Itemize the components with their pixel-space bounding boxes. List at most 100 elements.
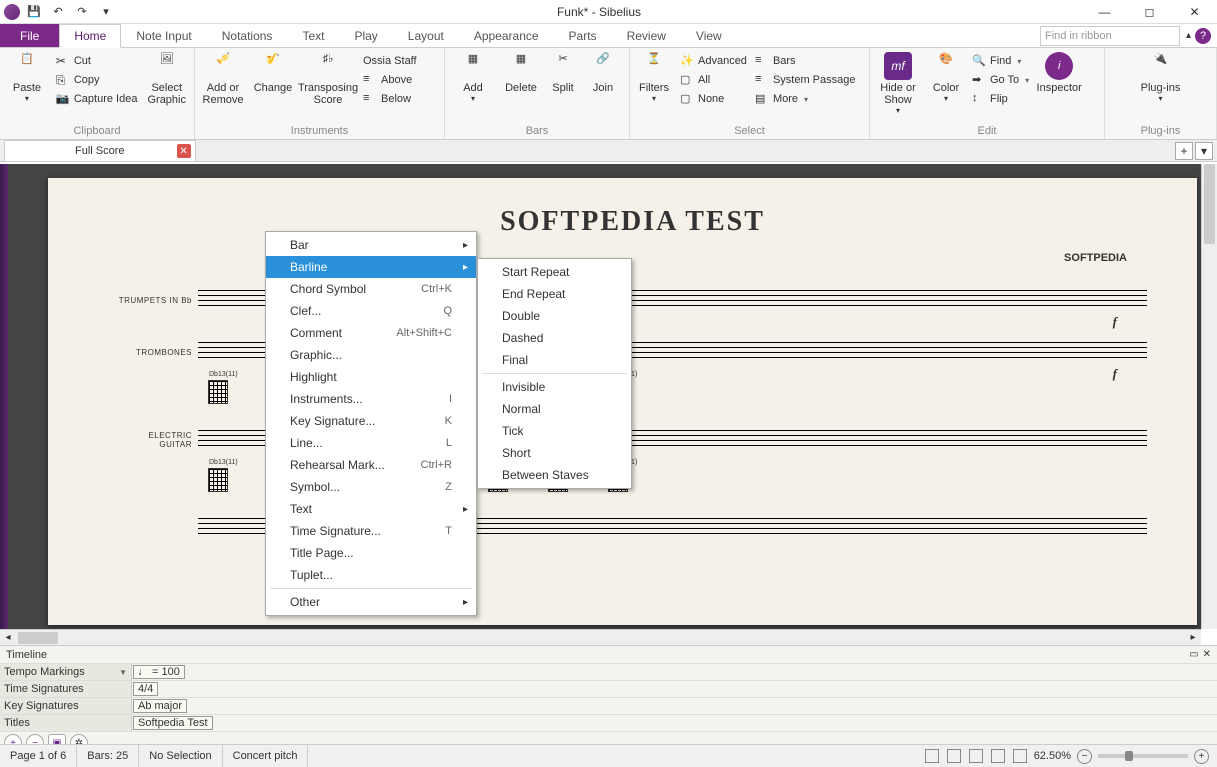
qat-save[interactable]: 💾 (24, 2, 44, 22)
split-button[interactable]: ✂Split (545, 50, 581, 96)
ossia-staff-button[interactable]: Ossia Staff (361, 52, 419, 70)
context-item[interactable]: Barline (266, 256, 476, 278)
qat-customize[interactable]: ▾ (96, 2, 116, 22)
tab-text[interactable]: Text (287, 24, 339, 47)
color-button[interactable]: 🎨Color▾ (926, 50, 966, 105)
collapse-ribbon-icon[interactable]: ▴ (1186, 30, 1191, 41)
context-item[interactable]: Graphic... (266, 344, 476, 366)
context-item[interactable]: Normal (478, 398, 631, 420)
context-item[interactable]: Chord SymbolCtrl+K (266, 278, 476, 300)
context-item[interactable]: Time Signature...T (266, 520, 476, 542)
tab-review[interactable]: Review (612, 24, 681, 47)
tabs-menu-button[interactable]: ▾ (1195, 142, 1213, 160)
select-all-button[interactable]: ▢All (678, 71, 749, 89)
context-item[interactable]: Instruments...I (266, 388, 476, 410)
tab-layout[interactable]: Layout (393, 24, 459, 47)
timeline-row[interactable]: Time Signatures4/4 (0, 681, 1217, 698)
minimize-button[interactable]: — (1082, 0, 1127, 24)
document-tab[interactable]: Full Score✕ (4, 140, 196, 161)
maximize-button[interactable]: ◻ (1127, 0, 1172, 24)
select-none-button[interactable]: ▢None (678, 90, 749, 108)
tab-notations[interactable]: Notations (207, 24, 288, 47)
inspector-button[interactable]: iInspector (1035, 50, 1083, 96)
above-button[interactable]: ≡Above (361, 71, 419, 89)
view-mode-icon[interactable] (991, 749, 1005, 763)
zoom-slider[interactable] (1098, 754, 1188, 758)
system-passage-button[interactable]: ≡System Passage (753, 71, 858, 89)
tab-view[interactable]: View (681, 24, 737, 47)
tab-play[interactable]: Play (339, 24, 392, 47)
zoom-in-button[interactable]: + (1194, 749, 1209, 764)
flip-button[interactable]: ↕Flip (970, 90, 1031, 108)
context-item[interactable]: Double (478, 305, 631, 327)
context-item[interactable]: Between Staves (478, 464, 631, 486)
view-mode-icon[interactable] (947, 749, 961, 763)
tab-parts[interactable]: Parts (554, 24, 612, 47)
change-button[interactable]: 🎷Change (251, 50, 295, 96)
context-item[interactable]: Key Signature...K (266, 410, 476, 432)
context-item[interactable]: Symbol...Z (266, 476, 476, 498)
capture-idea-button[interactable]: Capture Idea (54, 90, 140, 108)
tab-home[interactable]: Home (59, 24, 121, 48)
horizontal-scrollbar[interactable]: ◂▸ (0, 629, 1201, 645)
zoom-out-button[interactable]: − (1077, 749, 1092, 764)
plugins-button[interactable]: 🔌Plug-ins▾ (1137, 50, 1185, 105)
join-button[interactable]: 🔗Join (585, 50, 621, 96)
status-page[interactable]: Page 1 of 6 (0, 745, 77, 767)
close-tab-icon[interactable]: ✕ (177, 144, 191, 158)
zoom-value[interactable]: 62.50% (1034, 750, 1071, 762)
delete-bar-button[interactable]: ▦Delete (501, 50, 541, 96)
context-item[interactable]: Invisible (478, 376, 631, 398)
goto-button[interactable]: ➡Go To (970, 71, 1031, 89)
context-item[interactable]: Tick (478, 420, 631, 442)
view-mode-icon[interactable] (969, 749, 983, 763)
filters-button[interactable]: ⏳Filters▾ (634, 50, 674, 105)
select-graphic-button[interactable]: 🖼SelectGraphic (143, 50, 190, 108)
new-tab-button[interactable]: + (1175, 142, 1193, 160)
tab-note-input[interactable]: Note Input (121, 24, 206, 47)
context-item[interactable]: Short (478, 442, 631, 464)
timeline-row[interactable]: Key SignaturesAb major (0, 698, 1217, 715)
cut-button[interactable]: Cut (54, 52, 140, 70)
transposing-button[interactable]: ♯♭Transposing Score (299, 50, 357, 108)
status-pitch[interactable]: Concert pitch (223, 745, 309, 767)
view-mode-icon[interactable] (925, 749, 939, 763)
add-remove-button[interactable]: 🎺Add or Remove (199, 50, 247, 108)
context-item[interactable]: Final (478, 349, 631, 371)
vertical-scrollbar[interactable] (1201, 164, 1217, 629)
find-button[interactable]: 🔍Find (970, 52, 1031, 70)
file-tab[interactable]: File (0, 24, 59, 47)
add-bar-button[interactable]: ▦Add▾ (449, 50, 497, 105)
select-bars-button[interactable]: ≡Bars (753, 52, 858, 70)
timeline-row[interactable]: TitlesSoftpedia Test (0, 715, 1217, 732)
find-in-ribbon[interactable]: Find in ribbon (1040, 26, 1180, 46)
qat-undo[interactable]: ↶ (48, 2, 68, 22)
timeline-row[interactable]: Tempo Markings▼♩ = 100 (0, 664, 1217, 681)
context-item[interactable]: Bar (266, 234, 476, 256)
tab-appearance[interactable]: Appearance (459, 24, 554, 47)
close-panel-icon[interactable]: ✕ (1203, 649, 1211, 660)
paste-button[interactable]: 📋Paste▾ (4, 50, 50, 105)
context-item[interactable]: Tuplet... (266, 564, 476, 586)
hide-show-button[interactable]: mfHide or Show▾ (874, 50, 922, 117)
help-icon[interactable]: ? (1195, 28, 1211, 44)
context-item[interactable]: Title Page... (266, 542, 476, 564)
context-item[interactable]: Start Repeat (478, 261, 631, 283)
copy-button[interactable]: Copy (54, 71, 140, 89)
advanced-button[interactable]: ✨Advanced (678, 52, 749, 70)
context-item[interactable]: Highlight (266, 366, 476, 388)
context-item[interactable]: End Repeat (478, 283, 631, 305)
context-item[interactable]: Rehearsal Mark...Ctrl+R (266, 454, 476, 476)
context-item[interactable]: Text (266, 498, 476, 520)
below-button[interactable]: ≡Below (361, 90, 419, 108)
undock-icon[interactable]: ▭ (1189, 649, 1198, 660)
close-button[interactable]: ✕ (1172, 0, 1217, 24)
context-item[interactable]: Dashed (478, 327, 631, 349)
select-more-button[interactable]: ▤More (753, 90, 858, 108)
context-item[interactable]: Other (266, 591, 476, 613)
context-item[interactable]: Clef...Q (266, 300, 476, 322)
context-item[interactable]: CommentAlt+Shift+C (266, 322, 476, 344)
qat-redo[interactable]: ↷ (72, 2, 92, 22)
context-item[interactable]: Line...L (266, 432, 476, 454)
view-mode-icon[interactable] (1013, 749, 1027, 763)
